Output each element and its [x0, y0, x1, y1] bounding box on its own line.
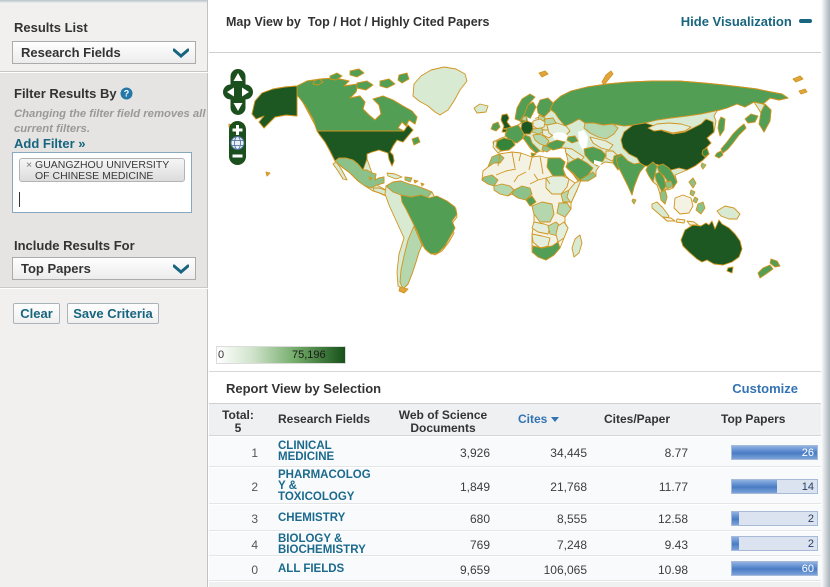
- svg-text:?: ?: [124, 89, 130, 99]
